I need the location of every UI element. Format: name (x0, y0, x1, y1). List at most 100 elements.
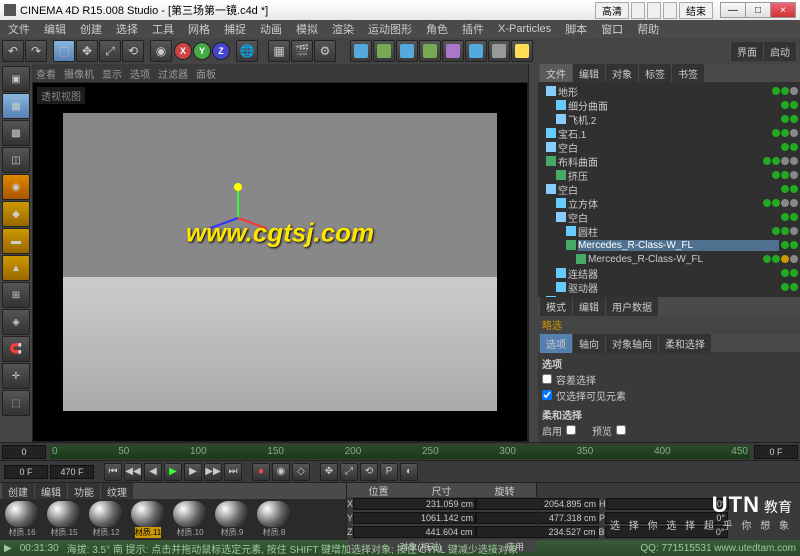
mat-tab[interactable]: 创建 (2, 483, 34, 500)
menu-选择[interactable]: 选择 (110, 19, 144, 39)
object-mode[interactable]: ◉ (2, 174, 30, 200)
object-row[interactable]: 布料曲面 (540, 154, 798, 168)
panel-splitter[interactable] (528, 64, 538, 442)
menu-文件[interactable]: 文件 (2, 19, 36, 39)
model-mode[interactable]: ▦ (2, 93, 30, 119)
vp-tab[interactable]: 选项 (130, 66, 150, 81)
object-tree[interactable]: 地形细分曲面飞机.2宝石.1空白布料曲面挤压空白立方体空白圆柱Mercedes_… (538, 82, 800, 297)
menu-窗口[interactable]: 窗口 (595, 19, 629, 39)
record-key[interactable]: ● (252, 463, 270, 481)
prim-nurbs[interactable] (396, 40, 418, 62)
material-item[interactable]: 材质.16 (2, 501, 42, 538)
prim-spline[interactable] (373, 40, 395, 62)
coord-world[interactable]: 🌐 (236, 40, 258, 62)
poly-mode[interactable]: ▲ (2, 255, 30, 281)
timeline-start[interactable] (2, 445, 46, 459)
misc-tool[interactable]: ⬚ (2, 390, 30, 416)
menu-脚本[interactable]: 脚本 (559, 19, 593, 39)
range-end[interactable] (50, 465, 94, 479)
render-settings[interactable]: ⚙ (314, 40, 336, 62)
move-tool[interactable]: ✥ (76, 40, 98, 62)
rotate-tool[interactable]: ⟲ (122, 40, 144, 62)
redo-button[interactable]: ↷ (25, 40, 47, 62)
make-editable[interactable]: ▣ (2, 66, 30, 92)
attr-top-tab[interactable]: 编辑 (573, 297, 605, 316)
gizmo-center[interactable] (234, 183, 242, 191)
render-view[interactable]: ▦ (268, 40, 290, 62)
vp-tab[interactable]: 摄像机 (64, 66, 94, 81)
rec-btn3[interactable] (663, 2, 677, 19)
prev-key[interactable]: ◀◀ (124, 463, 142, 481)
object-row[interactable]: Mercedes_R-Class-W_FL (540, 238, 798, 252)
goto-start[interactable]: ⏮ (104, 463, 122, 481)
object-row[interactable]: 空白 (540, 210, 798, 224)
menu-模拟[interactable]: 模拟 (290, 19, 324, 39)
obj-tab[interactable]: 编辑 (573, 64, 605, 83)
range-start[interactable] (4, 465, 48, 479)
viewport[interactable]: 透视视图 www.cgtsj.com (32, 82, 528, 442)
key-scale[interactable]: ⤢ (340, 463, 358, 481)
key-param[interactable]: P (380, 463, 398, 481)
vp-tab[interactable]: 查看 (36, 66, 56, 81)
material-item[interactable]: 材质.10 (170, 501, 210, 538)
vp-tab[interactable]: 过滤器 (158, 66, 188, 81)
undo-button[interactable]: ↶ (2, 40, 24, 62)
snap-toggle[interactable]: ⊞ (2, 282, 30, 308)
material-item[interactable]: 材质.12 (86, 501, 126, 538)
object-row[interactable]: 驱动器 (540, 280, 798, 294)
prim-camera[interactable] (488, 40, 510, 62)
material-item[interactable]: 材质.11 (128, 501, 168, 538)
rec-btn1[interactable] (631, 2, 645, 19)
prim-deformer[interactable] (442, 40, 464, 62)
obj-tab[interactable]: 文件 (540, 64, 572, 83)
menu-帮助[interactable]: 帮助 (631, 19, 665, 39)
rec-end[interactable]: 结束 (679, 2, 713, 19)
key-pos[interactable]: ✥ (320, 463, 338, 481)
x-axis-toggle[interactable]: X (174, 42, 192, 60)
object-row[interactable]: 挤压 (540, 168, 798, 182)
object-row[interactable]: 细分曲面 (540, 98, 798, 112)
attr-top-tab[interactable]: 模式 (540, 297, 572, 316)
texture-axis[interactable]: ◫ (2, 147, 30, 173)
object-row[interactable]: 立方体 (540, 196, 798, 210)
prim-array[interactable] (419, 40, 441, 62)
tolerance-check[interactable] (542, 374, 552, 384)
menu-插件[interactable]: 插件 (456, 19, 490, 39)
menu-编辑[interactable]: 编辑 (38, 19, 72, 39)
keysel[interactable]: ◇ (292, 463, 310, 481)
prev-frame[interactable]: ◀ (144, 463, 162, 481)
mat-tab[interactable]: 功能 (68, 483, 100, 500)
menu-渲染[interactable]: 渲染 (326, 19, 360, 39)
next-key[interactable]: ▶▶ (204, 463, 222, 481)
obj-tab[interactable]: 书签 (672, 64, 704, 83)
gizmo-y[interactable] (237, 188, 239, 218)
menu-角色[interactable]: 角色 (420, 19, 454, 39)
attr-top-tab[interactable]: 用户数据 (606, 297, 658, 316)
prim-light[interactable] (511, 40, 533, 62)
visible-only-check[interactable] (542, 390, 552, 400)
menu-动画[interactable]: 动画 (254, 19, 288, 39)
object-row[interactable]: 宝石.1 (540, 126, 798, 140)
attr-tab[interactable]: 轴向 (573, 334, 605, 353)
y-axis-toggle[interactable]: Y (193, 42, 211, 60)
layout-tab-1[interactable]: 界面 (731, 42, 763, 61)
material-list[interactable]: 材质.16材质.15材质.12材质.11材质.10材质.9材质.8 (0, 499, 346, 540)
menu-捕捉[interactable]: 捕捉 (218, 19, 252, 39)
enable-check[interactable] (566, 425, 576, 435)
magnet-tool[interactable]: 🧲 (2, 336, 30, 362)
point-mode[interactable]: ◆ (2, 201, 30, 227)
maximize-button[interactable]: □ (745, 2, 771, 18)
object-row[interactable]: 连结器 (540, 266, 798, 280)
object-row[interactable]: 空白 (540, 140, 798, 154)
last-tool[interactable]: ◉ (150, 40, 172, 62)
obj-tab[interactable]: 对象 (606, 64, 638, 83)
menu-X-Particles[interactable]: X-Particles (492, 21, 557, 37)
minimize-button[interactable]: — (720, 2, 746, 18)
object-row[interactable]: 飞机.2 (540, 112, 798, 126)
key-pla[interactable]: ◐ (400, 463, 418, 481)
material-item[interactable]: 材质.15 (44, 501, 84, 538)
edge-mode[interactable]: ▬ (2, 228, 30, 254)
menu-运动图形[interactable]: 运动图形 (362, 19, 418, 39)
rec-btn2[interactable] (647, 2, 661, 19)
workplane[interactable]: ◈ (2, 309, 30, 335)
